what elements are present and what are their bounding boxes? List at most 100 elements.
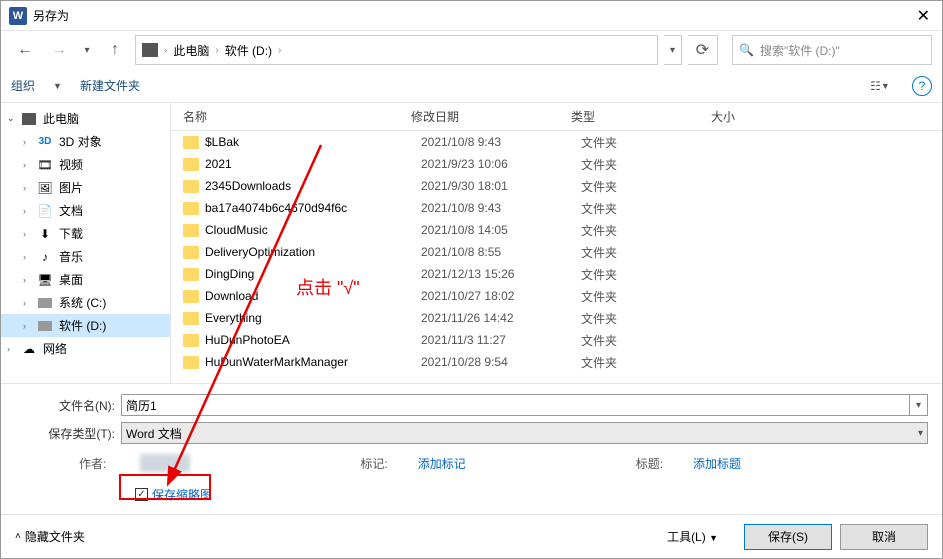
file-row[interactable]: HuDunPhotoEA2021/11/3 11:27文件夹 bbox=[171, 329, 942, 351]
tree-item-桌面[interactable]: ›🖥 桌面 bbox=[1, 268, 170, 291]
tree-chevron-icon[interactable]: › bbox=[23, 252, 35, 262]
tree-item-系统 (C:)[interactable]: ›系统 (C:) bbox=[1, 291, 170, 314]
file-type: 文件夹 bbox=[581, 266, 721, 283]
file-row[interactable]: Download2021/10/27 18:02文件夹 bbox=[171, 285, 942, 307]
filetype-combo[interactable]: Word 文档 ▾ bbox=[121, 422, 928, 444]
tree-chevron-icon[interactable]: ⌄ bbox=[7, 113, 19, 124]
word-icon: W bbox=[9, 7, 27, 25]
tree-chevron-icon[interactable]: › bbox=[23, 183, 35, 193]
file-type: 文件夹 bbox=[581, 178, 721, 195]
tree-item-网络[interactable]: ›☁网络 bbox=[1, 337, 170, 360]
toolbar-chevron-icon: ▼ bbox=[53, 81, 62, 91]
breadcrumb-sep: › bbox=[164, 45, 167, 56]
file-row[interactable]: 20212021/9/23 10:06文件夹 bbox=[171, 153, 942, 175]
tree-chevron-icon[interactable]: › bbox=[23, 137, 35, 147]
file-row[interactable]: 2345Downloads2021/9/30 18:01文件夹 bbox=[171, 175, 942, 197]
file-type: 文件夹 bbox=[581, 332, 721, 349]
file-type: 文件夹 bbox=[581, 244, 721, 261]
file-row[interactable]: CloudMusic2021/10/8 14:05文件夹 bbox=[171, 219, 942, 241]
column-type[interactable]: 类型 bbox=[571, 108, 711, 125]
help-button[interactable]: ? bbox=[912, 76, 932, 96]
tree-label: 此电脑 bbox=[43, 110, 79, 127]
thumbnail-label[interactable]: 保存缩略图 bbox=[152, 486, 212, 503]
folder-icon bbox=[183, 136, 199, 149]
author-value[interactable] bbox=[140, 454, 190, 472]
cancel-button[interactable]: 取消 bbox=[840, 524, 928, 550]
add-tag-link[interactable]: 添加标记 bbox=[418, 455, 466, 472]
tree-chevron-icon[interactable]: › bbox=[23, 321, 35, 331]
organize-menu[interactable]: 组织 bbox=[11, 77, 35, 94]
breadcrumb-drive[interactable]: 软件 (D:) bbox=[225, 42, 272, 59]
folder-icon bbox=[183, 312, 199, 325]
file-date: 2021/10/8 14:05 bbox=[421, 223, 581, 237]
filename-input[interactable] bbox=[121, 394, 910, 416]
column-size[interactable]: 大小 bbox=[711, 108, 791, 125]
tree-item-软件 (D:)[interactable]: › 软件 (D:) bbox=[1, 314, 170, 337]
file-row[interactable]: HuDunWaterMarkManager2021/10/28 9:54文件夹 bbox=[171, 351, 942, 373]
file-type: 文件夹 bbox=[581, 222, 721, 239]
tree-chevron-icon[interactable]: › bbox=[23, 298, 35, 308]
add-title-link[interactable]: 添加标题 bbox=[693, 455, 741, 472]
file-name: $LBak bbox=[205, 135, 421, 149]
file-row[interactable]: DingDing2021/12/13 15:26文件夹 bbox=[171, 263, 942, 285]
file-name: 2021 bbox=[205, 157, 421, 171]
thumbnail-checkbox[interactable]: ✓ bbox=[135, 488, 148, 501]
history-dropdown[interactable]: ▾ bbox=[79, 37, 95, 63]
filename-dropdown[interactable]: ▾ bbox=[910, 394, 928, 416]
tree-label: 3D 对象 bbox=[59, 133, 102, 150]
save-button[interactable]: 保存(S) bbox=[744, 524, 832, 550]
file-type: 文件夹 bbox=[581, 310, 721, 327]
file-date: 2021/10/28 9:54 bbox=[421, 355, 581, 369]
file-row[interactable]: DeliveryOptimization2021/10/8 8:55文件夹 bbox=[171, 241, 942, 263]
column-name[interactable]: 名称 bbox=[171, 108, 411, 125]
folder-icon bbox=[183, 224, 199, 237]
tree-item-图片[interactable]: ›🖼图片 bbox=[1, 176, 170, 199]
breadcrumb-pc[interactable]: 此电脑 bbox=[173, 42, 209, 59]
tree-item-下载[interactable]: ›⬇下载 bbox=[1, 222, 170, 245]
tree-icon: 3D bbox=[37, 134, 53, 150]
tree-item-3D 对象[interactable]: ›3D 3D 对象 bbox=[1, 130, 170, 153]
search-input[interactable]: 🔍 搜索"软件 (D:)" bbox=[732, 35, 932, 65]
tree-item-视频[interactable]: ›🎞视频 bbox=[1, 153, 170, 176]
tree-chevron-icon[interactable]: › bbox=[23, 160, 35, 170]
file-date: 2021/10/8 9:43 bbox=[421, 135, 581, 149]
file-name: ba17a4074b6c4670d94f6c bbox=[205, 201, 421, 215]
address-bar[interactable]: › 此电脑 › 软件 (D:) › bbox=[135, 35, 658, 65]
pc-icon bbox=[142, 43, 158, 57]
tree-label: 桌面 bbox=[59, 271, 83, 288]
file-row[interactable]: $LBak2021/10/8 9:43文件夹 bbox=[171, 131, 942, 153]
tree-item-文档[interactable]: ›📄文档 bbox=[1, 199, 170, 222]
new-folder-button[interactable]: 新建文件夹 bbox=[80, 77, 140, 94]
folder-icon bbox=[183, 246, 199, 259]
forward-button[interactable]: → bbox=[45, 36, 73, 64]
tools-menu[interactable]: 工具(L) ▼ bbox=[667, 528, 718, 545]
tree-item-此电脑[interactable]: ⌄ 此电脑 bbox=[1, 107, 170, 130]
tree-icon: 🖥 bbox=[37, 272, 53, 288]
file-list: 名称 修改日期 类型 大小 $LBak2021/10/8 9:43文件夹2021… bbox=[171, 103, 942, 383]
tree-chevron-icon[interactable]: › bbox=[23, 275, 35, 285]
tree-label: 下载 bbox=[59, 225, 83, 242]
tree-chevron-icon[interactable]: › bbox=[23, 229, 35, 239]
file-date: 2021/9/23 10:06 bbox=[421, 157, 581, 171]
file-date: 2021/10/8 8:55 bbox=[421, 245, 581, 259]
file-name: 2345Downloads bbox=[205, 179, 421, 193]
address-dropdown[interactable]: ▾ bbox=[664, 35, 682, 65]
hide-folders-button[interactable]: ˄ 隐藏文件夹 bbox=[15, 528, 85, 545]
chevron-up-icon: ˄ bbox=[15, 531, 21, 542]
column-date[interactable]: 修改日期 bbox=[411, 108, 571, 125]
tree-chevron-icon[interactable]: › bbox=[7, 344, 19, 354]
refresh-button[interactable]: ⟳ bbox=[688, 35, 718, 65]
up-button[interactable]: ↑ bbox=[101, 36, 129, 64]
tree-item-音乐[interactable]: ›♪音乐 bbox=[1, 245, 170, 268]
author-label: 作者: bbox=[79, 455, 106, 472]
view-mode-button[interactable]: ☷ ▼ bbox=[866, 74, 894, 98]
tree-chevron-icon[interactable]: › bbox=[23, 206, 35, 216]
file-row[interactable]: Everything2021/11/26 14:42文件夹 bbox=[171, 307, 942, 329]
back-button[interactable]: ← bbox=[11, 36, 39, 64]
tree-label: 软件 (D:) bbox=[59, 317, 106, 334]
file-type: 文件夹 bbox=[581, 354, 721, 371]
close-button[interactable]: ✕ bbox=[913, 6, 934, 26]
file-name: CloudMusic bbox=[205, 223, 421, 237]
file-row[interactable]: ba17a4074b6c4670d94f6c2021/10/8 9:43文件夹 bbox=[171, 197, 942, 219]
folder-icon bbox=[183, 334, 199, 347]
